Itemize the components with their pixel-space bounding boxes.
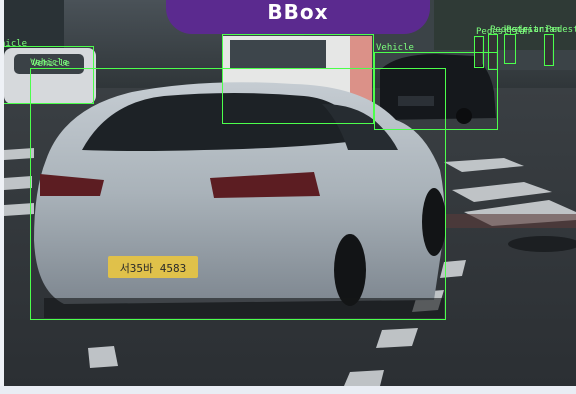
license-plate: 서35바 4583 bbox=[120, 262, 187, 275]
bbox-label-left-vehicle: Vehicle bbox=[30, 58, 68, 68]
image-viewer: 서35바 4583 Vehicle hicle Vehicle Pedestri… bbox=[0, 0, 576, 394]
bottom-strip bbox=[0, 386, 576, 394]
street-scene-graphic: 서35바 4583 bbox=[4, 0, 576, 386]
badge-label: BBox bbox=[267, 0, 329, 24]
mode-badge: BBox bbox=[166, 0, 430, 34]
annotated-street-image: 서35바 4583 Vehicle hicle Vehicle Pedestri… bbox=[4, 0, 576, 386]
